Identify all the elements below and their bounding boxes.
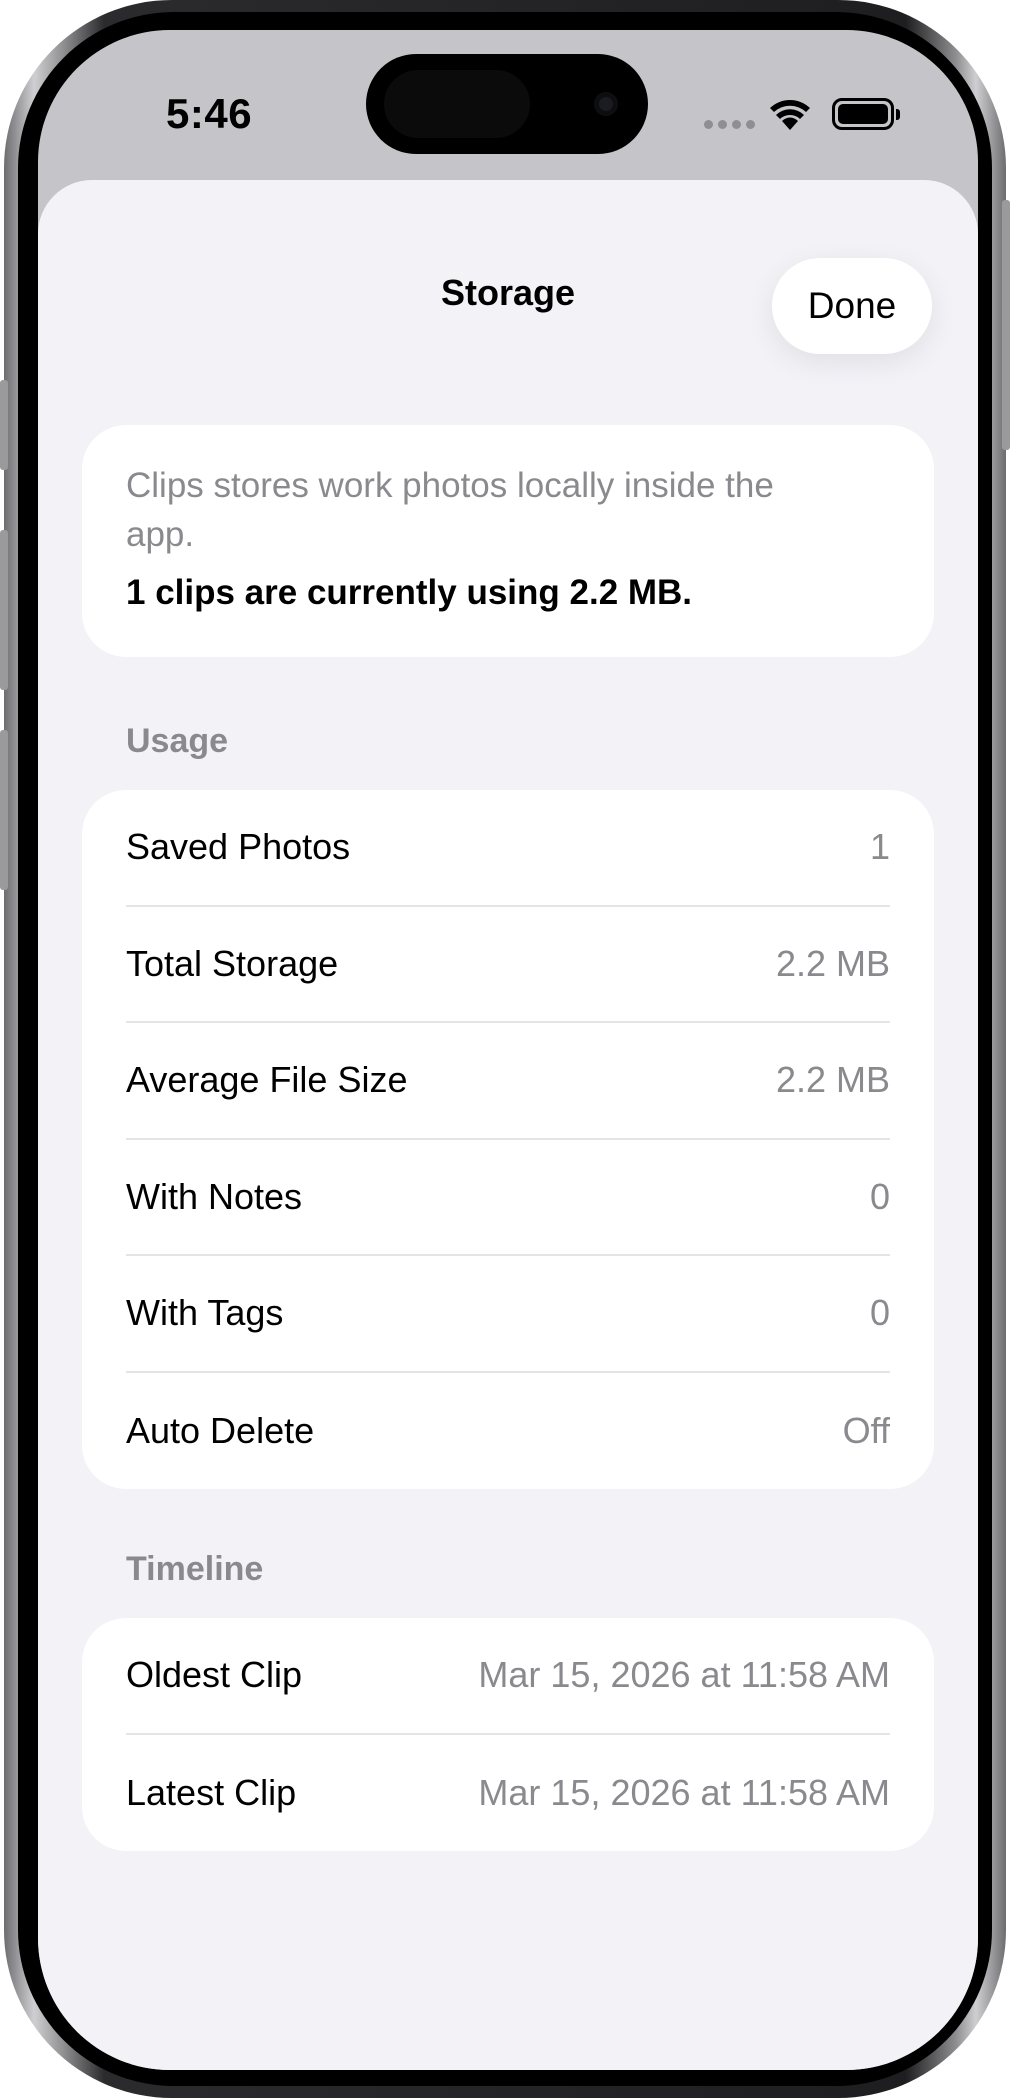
usage-row-auto-delete: Auto Delete Off (126, 1373, 890, 1490)
wifi-icon (770, 100, 810, 130)
battery-icon (832, 98, 900, 130)
usage-row-with-tags: With Tags 0 (126, 1256, 890, 1373)
row-value: 2.2 MB (775, 942, 890, 984)
status-time: 5:46 (166, 90, 253, 137)
row-value: 0 (869, 1292, 890, 1334)
volume-up-button (0, 530, 8, 690)
row-label: Saved Photos (126, 826, 351, 868)
row-value: 0 (869, 1175, 890, 1217)
row-value: Mar 15, 2026 at 11:58 AM (478, 1654, 890, 1696)
info-summary: 1 clips are currently using 2.2 MB. (126, 573, 693, 612)
row-label: Average File Size (126, 1059, 408, 1101)
done-button[interactable]: Done (772, 258, 932, 354)
usage-list: Saved Photos 1 Total Storage 2.2 MB Aver… (82, 790, 934, 1489)
row-label: Oldest Clip (126, 1654, 303, 1696)
row-label: With Tags (126, 1292, 284, 1334)
usage-row-with-notes: With Notes 0 (126, 1140, 890, 1256)
usage-section-header: Usage (126, 722, 229, 760)
volume-down-button (0, 730, 8, 890)
cellular-signal-icon (704, 120, 755, 129)
row-value: 1 (869, 826, 890, 868)
row-value: Off (842, 1409, 890, 1451)
row-label: Auto Delete (126, 1409, 315, 1451)
island-sensor (384, 70, 530, 138)
row-label: With Notes (126, 1175, 303, 1217)
usage-row-average-file-size: Average File Size 2.2 MB (126, 1023, 890, 1140)
battery-level (838, 104, 888, 124)
timeline-list: Oldest Clip Mar 15, 2026 at 11:58 AM Lat… (82, 1618, 934, 1851)
power-button (1002, 200, 1010, 450)
dynamic-island (366, 54, 648, 154)
status-bar: 5:46 (38, 30, 978, 180)
action-button (0, 380, 8, 470)
info-description: Clips stores work photos locally inside … (126, 466, 774, 554)
row-value: 2.2 MB (775, 1059, 890, 1101)
usage-row-total-storage: Total Storage 2.2 MB (126, 907, 890, 1023)
info-card: Clips stores work photos locally inside … (82, 425, 934, 657)
row-label: Total Storage (126, 942, 339, 984)
battery-cap (896, 109, 900, 120)
storage-sheet: Storage Done Clips stores work photos lo… (38, 180, 978, 2070)
screen: 5:46 Storage Done Clips stores work phot… (38, 30, 978, 2070)
row-label: Latest Clip (126, 1771, 297, 1813)
front-camera-icon (594, 92, 618, 116)
timeline-row-latest-clip: Latest Clip Mar 15, 2026 at 11:58 AM (126, 1735, 890, 1852)
timeline-row-oldest-clip: Oldest Clip Mar 15, 2026 at 11:58 AM (126, 1618, 890, 1735)
usage-row-saved-photos: Saved Photos 1 (126, 790, 890, 907)
timeline-section-header: Timeline (126, 1550, 264, 1588)
row-value: Mar 15, 2026 at 11:58 AM (478, 1771, 890, 1813)
